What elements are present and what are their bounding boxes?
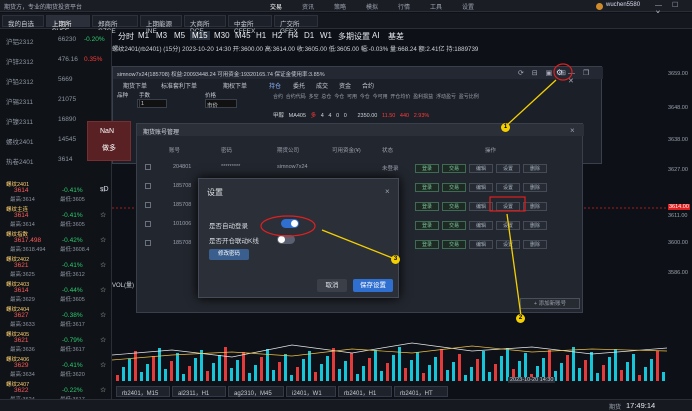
status-bar: 期货 17:49:14: [0, 399, 692, 411]
annotation-overlay: [260, 63, 573, 317]
clock: 17:49:14: [626, 401, 656, 410]
chart-tab[interactable]: rb2401，M15: [116, 386, 170, 397]
chart-tab[interactable]: rb2401，HT: [394, 386, 448, 397]
chart-tab[interactable]: ag2310，M45: [228, 386, 284, 397]
chart-tab[interactable]: al2311，H1: [172, 386, 226, 397]
chart-tabs: rb2401，M15 al2311，H1 ag2310，M45 i2401，W1…: [112, 386, 667, 398]
annotation-marker: 2: [516, 314, 525, 323]
chart-tab[interactable]: rb2401，H1: [338, 386, 392, 397]
annotation-marker: 3: [391, 255, 400, 264]
clock-label: 期货: [609, 405, 622, 411]
chart-tab[interactable]: i2401，W1: [286, 386, 336, 397]
annotation-marker: 1: [501, 123, 510, 132]
